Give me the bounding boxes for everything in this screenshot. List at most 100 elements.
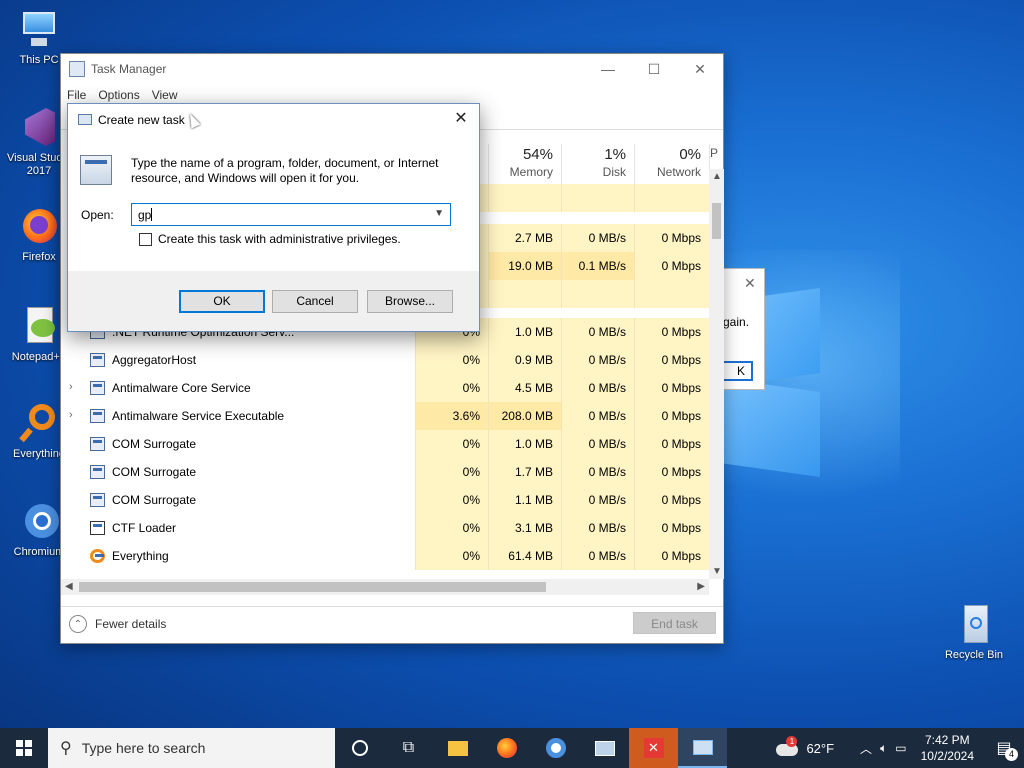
process-icon <box>90 409 105 423</box>
file-explorer-button[interactable] <box>433 728 482 768</box>
windows-logo-icon <box>16 740 32 756</box>
everything-process-icon <box>90 549 105 563</box>
cancel-button[interactable]: Cancel <box>272 290 358 313</box>
disk-cell: 0 MB/s <box>561 486 634 514</box>
cpu-cell: 0% <box>415 374 488 402</box>
dialog-close-icon[interactable]: ✕ <box>451 110 471 130</box>
notification-count: 4 <box>1005 748 1018 761</box>
column-memory[interactable]: 54% Memory <box>488 144 561 184</box>
scroll-down-icon[interactable]: ▼ <box>712 566 722 577</box>
background-dialog-ok-button[interactable]: K <box>723 361 753 381</box>
menu-view[interactable]: View <box>152 88 178 102</box>
table-row[interactable]: COM Surrogate 0% 1.0 MB 0 MB/s 0 Mbps <box>61 430 709 458</box>
memory-cell: 0.9 MB <box>488 346 561 374</box>
run-app-taskbar-button[interactable] <box>580 728 629 768</box>
network-cell: 0 Mbps <box>634 486 709 514</box>
table-row[interactable]: › Antimalware Service Executable 3.6% 20… <box>61 402 709 430</box>
dialog-button-bar: OK Cancel Browse... <box>68 271 479 331</box>
search-icon: ⚲ <box>60 740 72 757</box>
table-row[interactable]: CTF Loader 0% 3.1 MB 0 MB/s 0 Mbps <box>61 514 709 542</box>
vertical-scrollbar[interactable]: ▲ ▼ <box>709 169 724 579</box>
weather-icon[interactable]: 1 <box>774 736 800 758</box>
scroll-up-icon[interactable]: ▲ <box>712 171 722 182</box>
memory-cell: 1.7 MB <box>488 458 561 486</box>
memory-cell: 1.1 MB <box>488 486 561 514</box>
network-icon[interactable]: ▭ <box>895 741 906 755</box>
cpu-cell: 0% <box>415 486 488 514</box>
show-hidden-icons-chevron-icon[interactable]: ︿ <box>860 740 872 757</box>
dropdown-arrow-icon[interactable]: ▼ <box>434 208 444 219</box>
system-tray: 1 62°F ︿ 🔈︎ ▭ 7:42 PM 10/2/2024 ▤ 4 <box>774 728 1024 768</box>
window-title: Task Manager <box>91 62 167 76</box>
task-view-icon: ⧉ <box>402 739 415 756</box>
disk-cell: 0 MB/s <box>561 374 634 402</box>
run-dialog-title-icon <box>78 114 92 125</box>
horizontal-scrollbar[interactable]: ◀ ▶ <box>61 579 709 595</box>
chromium-icon <box>545 738 566 758</box>
volume-muted-icon[interactable]: 🔈︎ <box>880 741 887 756</box>
scroll-left-icon[interactable]: ◀ <box>65 581 73 592</box>
scroll-right-icon[interactable]: ▶ <box>697 581 705 592</box>
browse-button[interactable]: Browse... <box>367 290 453 313</box>
dialog-titlebar[interactable]: Create new task <box>68 104 479 135</box>
close-icon[interactable]: ✕ <box>677 54 723 84</box>
taskbar: ⚲ Type here to search ⧉ ✕ 1 62°F ︿ 🔈︎ ▭ … <box>0 728 1024 768</box>
process-icon <box>90 465 105 479</box>
task-manager-icon <box>692 739 713 755</box>
task-view-button[interactable]: ⧉ <box>384 728 433 768</box>
task-manager-taskbar-button[interactable] <box>678 728 727 768</box>
memory-cell: 4.5 MB <box>488 374 561 402</box>
error-app-taskbar-button[interactable]: ✕ <box>629 728 678 768</box>
open-combobox[interactable]: gp ▼ <box>131 203 451 226</box>
fewer-details-button[interactable]: ⌃ Fewer details <box>69 615 166 633</box>
ok-button[interactable]: OK <box>179 290 265 313</box>
memory-cell: 61.4 MB <box>488 542 561 570</box>
clock[interactable]: 7:42 PM 10/2/2024 <box>911 732 984 764</box>
cpu-cell: 0% <box>415 542 488 570</box>
column-disk[interactable]: 1% Disk <box>561 144 634 184</box>
background-dialog-close-icon[interactable]: ✕ <box>744 275 756 292</box>
weather-temperature[interactable]: 62°F <box>806 741 834 756</box>
network-cell: 0 Mbps <box>634 318 709 346</box>
end-task-button[interactable]: End task <box>633 612 716 634</box>
table-row[interactable]: COM Surrogate 0% 1.1 MB 0 MB/s 0 Mbps <box>61 486 709 514</box>
cortana-button[interactable] <box>335 728 384 768</box>
process-name: Antimalware Core Service <box>112 381 251 395</box>
menu-options[interactable]: Options <box>98 88 139 102</box>
taskbar-search-box[interactable]: ⚲ Type here to search <box>48 728 335 768</box>
table-row[interactable]: COM Surrogate 0% 1.7 MB 0 MB/s 0 Mbps <box>61 458 709 486</box>
expand-chevron-icon[interactable]: › <box>69 409 73 421</box>
desktop-icon-recycle-bin[interactable]: Recycle Bin <box>940 603 1008 661</box>
window-controls: — ☐ ✕ <box>585 54 723 84</box>
memory-cell: 1.0 MB <box>488 318 561 346</box>
network-cell: 0 Mbps <box>634 374 709 402</box>
table-row[interactable]: › Antimalware Core Service 0% 4.5 MB 0 M… <box>61 374 709 402</box>
disk-cell: 0 MB/s <box>561 346 634 374</box>
disk-cell: 0.1 MB/s <box>561 252 634 280</box>
firefox-taskbar-button[interactable] <box>482 728 531 768</box>
disk-cell: 0 MB/s <box>561 458 634 486</box>
start-button[interactable] <box>0 728 48 768</box>
clock-date: 10/2/2024 <box>920 749 974 763</box>
firefox-icon <box>17 205 61 249</box>
admin-privileges-checkbox[interactable]: Create this task with administrative pri… <box>139 232 401 246</box>
fewer-details-label: Fewer details <box>95 617 167 631</box>
admin-privileges-label: Create this task with administrative pri… <box>158 232 401 246</box>
notifications-icon[interactable]: ▤ 4 <box>984 728 1024 768</box>
table-row[interactable]: Everything 0% 61.4 MB 0 MB/s 0 Mbps <box>61 542 709 570</box>
chromium-taskbar-button[interactable] <box>531 728 580 768</box>
process-icon <box>90 521 105 535</box>
process-icon <box>90 437 105 451</box>
open-input-value[interactable]: gp <box>138 208 151 222</box>
maximize-icon[interactable]: ☐ <box>631 54 677 84</box>
column-network[interactable]: 0% Network <box>634 144 709 184</box>
menu-file[interactable]: File <box>67 88 86 102</box>
clock-time: 7:42 PM <box>924 733 970 747</box>
expand-chevron-icon[interactable]: › <box>69 381 73 393</box>
minimize-icon[interactable]: — <box>585 54 631 84</box>
checkbox-box[interactable] <box>139 232 152 246</box>
horizontal-scroll-thumb[interactable] <box>79 582 546 592</box>
table-row[interactable]: AggregatorHost 0% 0.9 MB 0 MB/s 0 Mbps <box>61 346 709 374</box>
vertical-scroll-thumb[interactable] <box>712 203 721 239</box>
run-program-icon <box>80 155 112 185</box>
